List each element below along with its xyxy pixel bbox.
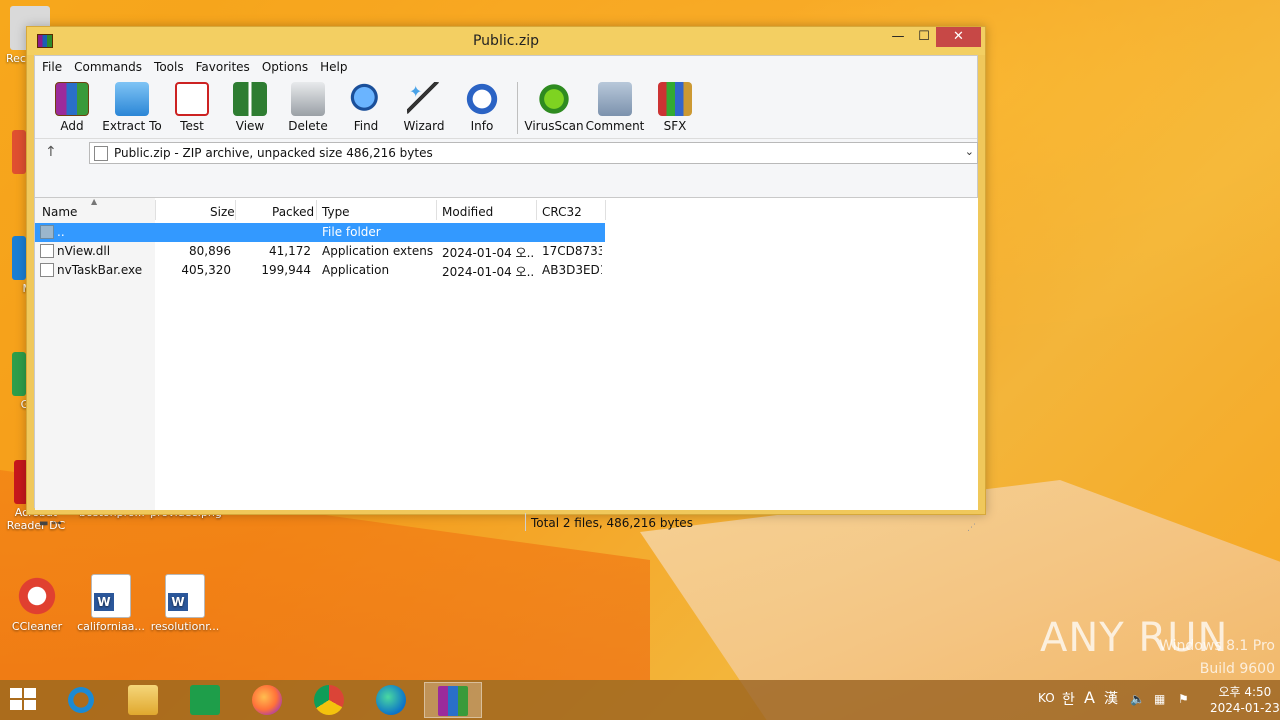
view-book-icon [233, 82, 267, 116]
column-headers: ▲ Name Size Packed Type Modified CRC32 [35, 197, 978, 222]
sort-ascending-icon: ▲ [91, 197, 98, 206]
extract-folder-icon [115, 82, 149, 116]
trash-icon [291, 82, 325, 116]
window-title: Public.zip [472, 33, 539, 49]
drive-icon[interactable]: ▬ ⊶ [39, 518, 62, 529]
archive-icon [94, 145, 108, 161]
file-list[interactable]: ▲ Name Size Packed Type Modified CRC32 .… [35, 197, 978, 510]
taskbar: KO 한 A 漢 🔈 ▦ ⚑ 오후 4:50 2024-01-23 [0, 680, 1280, 720]
firefox-icon [252, 685, 282, 715]
word-document-icon [91, 574, 131, 618]
column-header-name[interactable]: Name [42, 205, 77, 219]
wizard-button[interactable]: Wizard [395, 78, 453, 133]
delete-button[interactable]: Delete [279, 78, 337, 133]
taskbar-chrome[interactable] [300, 682, 358, 718]
ime-hanja-icon[interactable]: 漢 [1104, 688, 1118, 720]
menu-commands[interactable]: Commands [68, 60, 148, 74]
magnifier-icon [349, 82, 383, 116]
menu-help[interactable]: Help [314, 60, 353, 74]
toolbar-separator [517, 82, 518, 134]
taskbar-file-explorer[interactable] [114, 682, 172, 718]
status-text: Total 2 files, 486,216 bytes [531, 516, 693, 530]
maximize-button[interactable]: ☐ [910, 27, 938, 47]
file-explorer-icon [128, 685, 158, 715]
address-text: Public.zip - ZIP archive, unpacked size … [114, 146, 433, 160]
build-watermark: Build 9600 [1199, 661, 1275, 677]
word-document-icon [165, 574, 205, 618]
virusscan-button[interactable]: VirusScan [524, 78, 584, 133]
volume-icon[interactable]: 🔈 [1130, 692, 1146, 708]
extract-to-button[interactable]: Extract To [101, 78, 163, 133]
start-button[interactable] [10, 688, 38, 712]
view-button[interactable]: View [221, 78, 279, 133]
dll-file-icon [40, 244, 54, 258]
comment-icon [598, 82, 632, 116]
virus-scan-icon [537, 82, 571, 116]
desktop-icon-resolutionr[interactable]: resolutionr... [149, 574, 221, 633]
column-header-crc32[interactable]: CRC32 [542, 205, 582, 219]
wand-icon [407, 82, 441, 116]
chrome-icon [12, 352, 26, 396]
menu-options[interactable]: Options [256, 60, 314, 74]
address-field[interactable]: Public.zip - ZIP archive, unpacked size … [89, 142, 978, 164]
sfx-button[interactable]: SFX [646, 78, 704, 133]
toolbar: Add Extract To Test View Delete Find ✦ W… [35, 78, 977, 138]
menu-file[interactable]: File [36, 60, 68, 74]
add-icon [55, 82, 89, 116]
os-watermark: Windows 8.1 Pro [1159, 638, 1275, 654]
close-button[interactable]: ✕ [936, 27, 981, 47]
taskbar-edge[interactable] [362, 682, 420, 718]
info-icon [465, 82, 499, 116]
clock[interactable]: 오후 4:50 2024-01-23 [1210, 684, 1280, 720]
column-header-size[interactable]: Size [210, 205, 235, 219]
find-button[interactable]: Find [337, 78, 395, 133]
ime-hangul-icon[interactable]: 한 [1062, 689, 1075, 720]
title-bar[interactable]: Public.zip — ☐ ✕ [27, 27, 985, 55]
language-indicator[interactable]: KO [1038, 691, 1055, 720]
test-clipboard-icon [175, 82, 209, 116]
column-header-modified[interactable]: Modified [442, 205, 493, 219]
network-icon[interactable]: ▦ [1154, 692, 1170, 708]
winrar-icon [438, 686, 468, 716]
chrome-icon [314, 685, 344, 715]
test-button[interactable]: Test [163, 78, 221, 133]
table-row[interactable]: nView.dll 80,896 41,172 Application exte… [35, 242, 605, 261]
status-bar: ▬ ⊶ Total 2 files, 486,216 bytes ⋰ [35, 510, 978, 535]
app-icon [12, 130, 26, 174]
column-header-type[interactable]: Type [322, 205, 350, 219]
desktop-icon-ccleaner[interactable]: CCleaner [1, 574, 73, 633]
window-client-area: File Commands Tools Favorites Options He… [34, 55, 978, 533]
table-row[interactable]: .. File folder [35, 223, 605, 242]
taskbar-winrar[interactable] [424, 682, 482, 718]
up-arrow-icon[interactable]: ↑ [45, 144, 57, 160]
add-button[interactable]: Add [43, 78, 101, 133]
info-button[interactable]: Info [453, 78, 511, 133]
comment-button[interactable]: Comment [584, 78, 646, 133]
resize-grip-icon[interactable]: ⋰ [967, 523, 976, 533]
store-icon [190, 685, 220, 715]
menu-favorites[interactable]: Favorites [190, 60, 256, 74]
taskbar-store[interactable] [176, 682, 234, 718]
ime-alpha-icon[interactable]: A [1084, 688, 1095, 720]
column-header-packed[interactable]: Packed [272, 205, 314, 219]
winrar-window: Public.zip — ☐ ✕ File Commands Tools Fav… [26, 26, 986, 533]
exe-file-icon [40, 263, 54, 277]
table-row[interactable]: nvTaskBar.exe 405,320 199,944 Applicatio… [35, 261, 605, 280]
desktop-icon-californiaa[interactable]: californiaa... [75, 574, 147, 633]
address-bar: ↑ Public.zip - ZIP archive, unpacked siz… [35, 138, 978, 166]
chevron-down-icon[interactable]: ⌄ [965, 145, 974, 158]
action-center-flag-icon[interactable]: ⚑ [1178, 692, 1194, 708]
minimize-button[interactable]: — [884, 27, 912, 47]
internet-explorer-icon [66, 685, 96, 715]
taskbar-firefox[interactable] [238, 682, 296, 718]
ccleaner-icon [17, 574, 57, 618]
taskbar-internet-explorer[interactable] [52, 682, 110, 718]
edge-icon [376, 685, 406, 715]
edge-icon [12, 236, 26, 280]
menu-bar: File Commands Tools Favorites Options He… [35, 56, 977, 78]
sfx-box-icon [658, 82, 692, 116]
folder-up-icon [40, 225, 54, 239]
menu-tools[interactable]: Tools [148, 60, 190, 74]
